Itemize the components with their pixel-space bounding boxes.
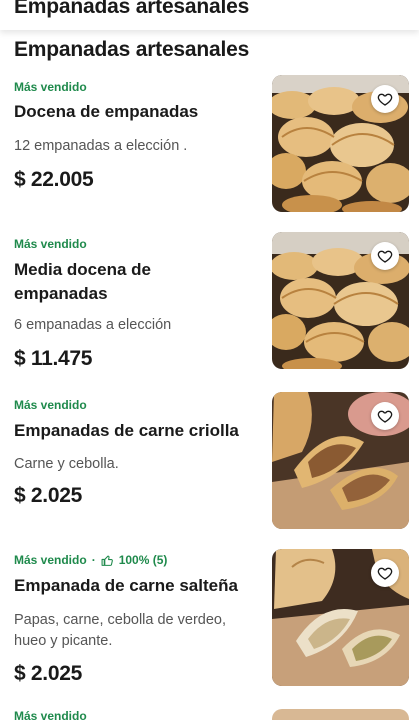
product-name: Empanada de carne salteña <box>14 576 238 595</box>
product-price: $ 11.475 <box>14 347 93 370</box>
section-title: Empanadas artesanales <box>14 38 250 61</box>
product-name: Docena de empanadas <box>14 102 199 121</box>
product-image[interactable] <box>272 392 409 529</box>
badge-label: Más vendido <box>14 80 87 94</box>
best-seller-badge: Más vendido · 100% (5) <box>14 551 167 569</box>
rating-value: 100% (5) <box>118 553 168 567</box>
badge-separator: · <box>91 553 96 567</box>
product-price: $ 22.005 <box>14 168 94 191</box>
favorite-button[interactable] <box>371 559 399 587</box>
product-card[interactable]: Más vendido Docena de empanadas 12 empan… <box>0 75 419 228</box>
product-card[interactable]: Más vendido Empanadas de carne criolla C… <box>0 392 419 546</box>
best-seller-badge: Más vendido <box>14 235 87 253</box>
product-price: $ 2.025 <box>14 484 82 507</box>
product-price: $ 2.025 <box>14 662 82 685</box>
product-card[interactable]: Más vendido <box>0 709 419 720</box>
badge-label: Más vendido <box>14 237 87 251</box>
heart-icon <box>377 567 393 580</box>
product-image[interactable] <box>272 232 409 369</box>
header-title: Empanadas artesanales <box>14 0 250 18</box>
badge-label: Más vendido <box>14 709 87 720</box>
product-description: 6 empanadas a elección <box>14 317 172 333</box>
badge-label: Más vendido <box>14 398 87 412</box>
product-description: Carne y cebolla. <box>14 456 119 472</box>
best-seller-badge: Más vendido <box>14 78 87 96</box>
product-description: Papas, carne, cebolla de verdeo, hueo y … <box>14 612 226 649</box>
product-card[interactable]: Más vendido · 100% (5) Empanada de carne… <box>0 549 419 701</box>
best-seller-badge: Más vendido <box>14 709 87 720</box>
product-image[interactable] <box>272 709 409 720</box>
best-seller-badge: Más vendido <box>14 396 87 414</box>
top-header: Empanadas artesanales <box>0 0 419 30</box>
thumbs-up-icon <box>101 555 113 566</box>
product-name: Media docena de empanadas <box>14 260 151 303</box>
favorite-button[interactable] <box>371 85 399 113</box>
product-card[interactable]: Más vendido Media docena de empanadas 6 … <box>0 232 419 385</box>
heart-icon <box>377 93 393 106</box>
favorite-button[interactable] <box>371 242 399 270</box>
heart-icon <box>377 410 393 423</box>
badge-label: Más vendido <box>14 553 87 567</box>
product-image[interactable] <box>272 549 409 686</box>
favorite-button[interactable] <box>371 402 399 430</box>
heart-icon <box>377 250 393 263</box>
product-image[interactable] <box>272 75 409 212</box>
product-name: Empanadas de carne criolla <box>14 421 239 440</box>
product-description: 12 empanadas a elección . <box>14 138 188 154</box>
